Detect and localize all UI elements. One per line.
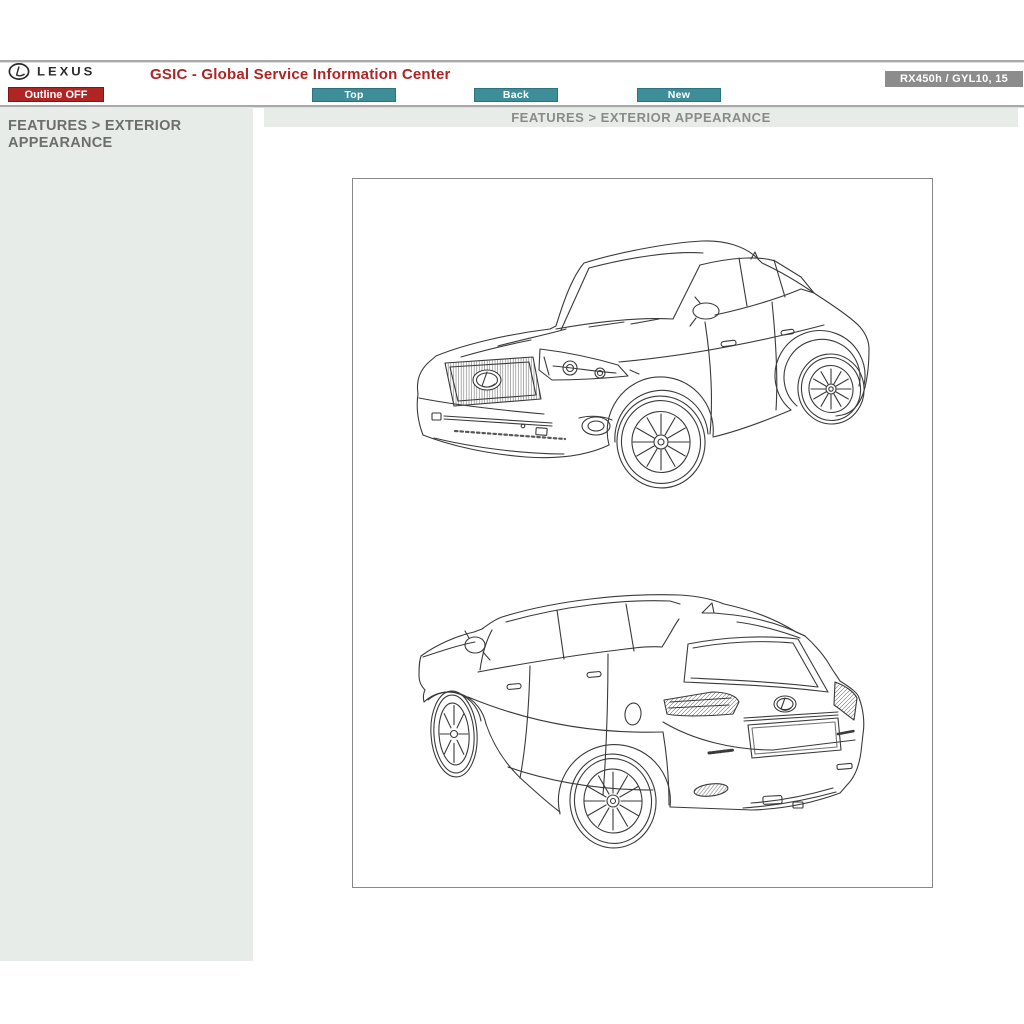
lexus-logo: LEXUS <box>8 62 95 81</box>
side-mirror <box>693 303 719 319</box>
door-handle <box>781 329 794 335</box>
top-button[interactable]: Top <box>312 88 396 102</box>
lexus-logo-icon <box>8 62 32 81</box>
rear-window <box>684 637 828 692</box>
fuel-door <box>624 702 642 726</box>
taillight-right <box>834 682 857 720</box>
new-button[interactable]: New <box>637 88 721 102</box>
rx450h-badge-text <box>838 731 854 734</box>
door-handle <box>507 683 521 689</box>
license-plate-recess <box>748 718 841 758</box>
shark-fin-antenna <box>702 603 714 613</box>
lexus-wordmark: LEXUS <box>37 65 95 79</box>
outline-toggle-button[interactable]: Outline OFF <box>8 87 104 102</box>
sidebar-breadcrumb[interactable]: FEATURES > EXTERIOR APPEARANCE <box>8 118 214 152</box>
taillight-left <box>664 692 739 716</box>
fog-light <box>582 417 610 435</box>
sidebar: FEATURES > EXTERIOR APPEARANCE <box>0 107 253 961</box>
back-button[interactable]: Back <box>474 88 558 102</box>
page-title: GSIC - Global Service Information Center <box>150 66 451 83</box>
rx450h-rear-three-quarter-line-art <box>411 581 889 859</box>
rear-spoiler <box>714 613 805 636</box>
content-heading: FEATURES > EXTERIOR APPEARANCE <box>264 108 1018 127</box>
model-badge: RX450h / GYL10, 15 <box>885 71 1023 87</box>
lexus-badge-text <box>709 750 734 753</box>
header-top-divider <box>0 60 1024 62</box>
rear-wheel <box>565 750 660 852</box>
side-mirror <box>465 637 485 653</box>
gsic-page: LEXUS GSIC - Global Service Information … <box>0 0 1024 1024</box>
door-handle <box>587 671 601 677</box>
headlight <box>539 349 628 380</box>
rear-wheel <box>793 350 868 429</box>
rx450h-front-three-quarter-line-art <box>403 229 881 507</box>
rear-reflector <box>693 782 728 798</box>
illustration-panel <box>352 178 933 888</box>
door-handle <box>721 340 736 347</box>
